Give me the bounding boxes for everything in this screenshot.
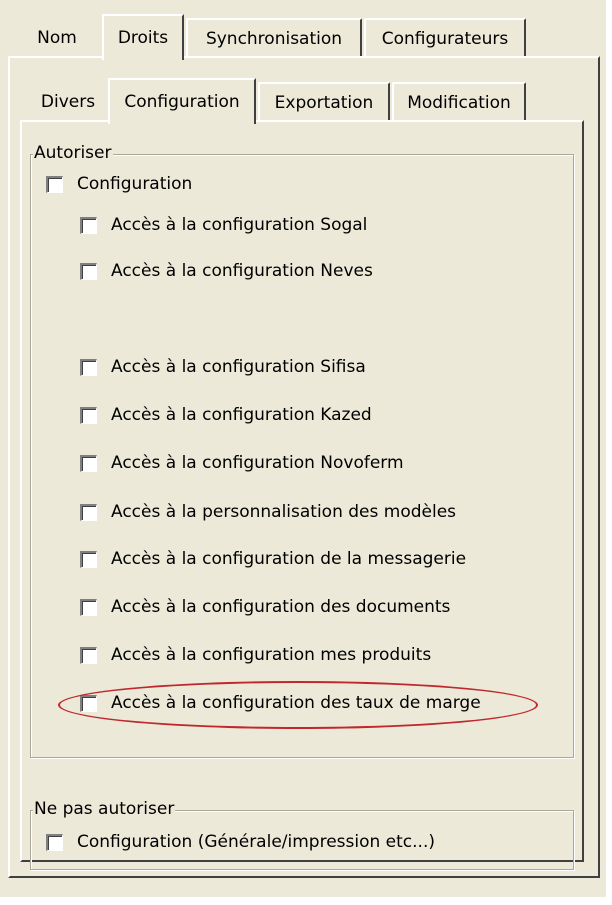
tab-synchronisation[interactable]: Synchronisation: [186, 18, 362, 58]
tab-exportation-label: Exportation: [274, 93, 374, 113]
checkbox-label: Configuration (Générale/impression etc..…: [77, 832, 435, 852]
checkbox-label: Accès à la configuration Sogal: [111, 215, 368, 235]
checkbox-box[interactable]: [80, 598, 97, 616]
checkbox-box[interactable]: [80, 503, 97, 521]
checkbox-box[interactable]: [80, 646, 97, 664]
tab-nom[interactable]: Nom: [14, 18, 100, 58]
checkbox-box[interactable]: [80, 550, 97, 568]
checkbox-label: Accès à la configuration des taux de mar…: [111, 693, 481, 713]
checkbox-label: Accès à la personnalisation des modèles: [111, 502, 457, 522]
checkbox-label: Accès à la configuration mes produits: [111, 645, 432, 665]
ne-pas-autoriser-group-title: Ne pas autoriser: [33, 799, 176, 819]
tab-configuration[interactable]: Configuration: [108, 78, 256, 124]
checkbox-box[interactable]: [80, 694, 97, 712]
tab-modification-label: Modification: [407, 93, 511, 113]
checkbox-label: Configuration: [77, 174, 193, 194]
tab-modification[interactable]: Modification: [392, 82, 526, 122]
checkbox-box[interactable]: [80, 358, 97, 376]
checkbox-neves[interactable]: Accès à la configuration Neves: [80, 261, 373, 281]
checkbox-sogal[interactable]: Accès à la configuration Sogal: [80, 215, 367, 235]
tab-droits[interactable]: Droits: [102, 14, 184, 60]
checkbox-taux-de-marge[interactable]: Accès à la configuration des taux de mar…: [80, 693, 481, 713]
checkbox-documents[interactable]: Accès à la configuration des documents: [80, 597, 450, 617]
tab-divers-label: Divers: [40, 92, 96, 112]
tab-divers[interactable]: Divers: [28, 82, 108, 122]
checkbox-box[interactable]: [80, 216, 97, 234]
tab-configuration-label: Configuration: [124, 92, 240, 112]
tab-configurateurs-label: Configurateurs: [381, 29, 509, 49]
rights-dialog: Nom Droits Synchronisation Configurateur…: [0, 0, 606, 897]
tab-configurateurs[interactable]: Configurateurs: [364, 18, 526, 58]
checkbox-label: Accès à la configuration Kazed: [111, 405, 372, 425]
checkbox-label: Accès à la configuration Sifisa: [111, 357, 366, 377]
checkbox-configuration[interactable]: Configuration: [46, 174, 192, 194]
tab-synchronisation-label: Synchronisation: [205, 29, 343, 49]
checkbox-kazed[interactable]: Accès à la configuration Kazed: [80, 405, 372, 425]
checkbox-label: Accès à la configuration de la messageri…: [111, 549, 467, 569]
checkbox-messagerie[interactable]: Accès à la configuration de la messageri…: [80, 549, 466, 569]
checkbox-box[interactable]: [46, 833, 63, 851]
checkbox-box[interactable]: [80, 262, 97, 280]
checkbox-sifisa[interactable]: Accès à la configuration Sifisa: [80, 357, 366, 377]
checkbox-label: Accès à la configuration des documents: [111, 597, 451, 617]
tab-exportation[interactable]: Exportation: [258, 82, 390, 122]
checkbox-label: Accès à la configuration Neves: [111, 261, 373, 281]
autoriser-group-title: Autoriser: [33, 143, 113, 163]
checkbox-box[interactable]: [80, 454, 97, 472]
checkbox-label: Accès à la configuration Novoferm: [111, 453, 404, 473]
checkbox-mes-produits[interactable]: Accès à la configuration mes produits: [80, 645, 431, 665]
checkbox-modeles[interactable]: Accès à la personnalisation des modèles: [80, 502, 456, 522]
checkbox-configuration-generale[interactable]: Configuration (Générale/impression etc..…: [46, 832, 435, 852]
checkbox-box[interactable]: [46, 175, 63, 193]
tab-nom-label: Nom: [37, 28, 77, 48]
checkbox-box[interactable]: [80, 406, 97, 424]
tab-droits-label: Droits: [117, 28, 169, 48]
checkbox-novoferm[interactable]: Accès à la configuration Novoferm: [80, 453, 404, 473]
